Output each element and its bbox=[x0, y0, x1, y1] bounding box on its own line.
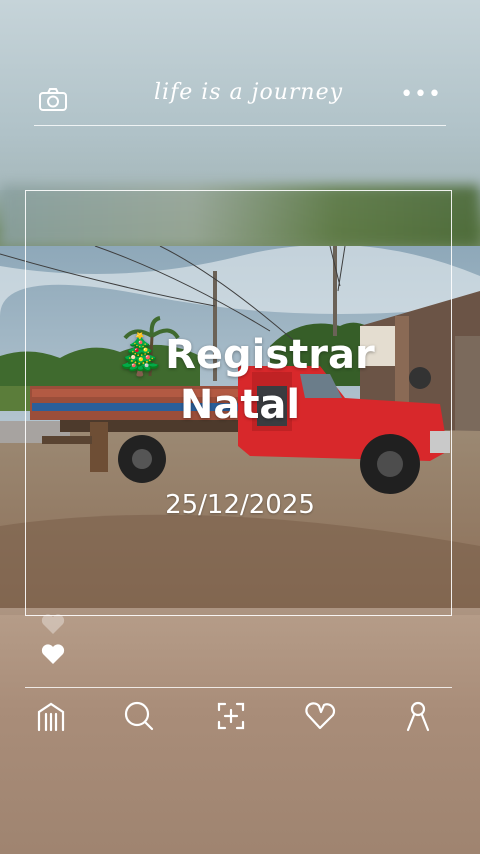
heart-ghost-icon bbox=[40, 612, 66, 636]
event-title-line2: Natal bbox=[179, 382, 301, 428]
more-dots-icon[interactable]: ••• bbox=[400, 84, 442, 106]
event-title: 🎄Registrar Natal bbox=[0, 330, 480, 430]
scan-add-icon[interactable] bbox=[213, 698, 249, 734]
camera-icon[interactable] bbox=[38, 88, 68, 112]
brand-title: life is a journey bbox=[154, 80, 344, 105]
tree-emoji-icon: 🎄 bbox=[115, 332, 166, 378]
heart-icon[interactable] bbox=[40, 642, 66, 666]
top-bar: life is a journey ••• bbox=[36, 78, 446, 126]
nav-divider bbox=[25, 687, 452, 688]
event-date: 25/12/2025 bbox=[165, 490, 315, 520]
profile-icon[interactable] bbox=[400, 698, 436, 734]
heart-outline-icon[interactable] bbox=[302, 698, 338, 734]
bottom-nav bbox=[0, 690, 480, 740]
header-divider bbox=[34, 125, 446, 126]
home-icon[interactable] bbox=[33, 698, 69, 734]
search-icon[interactable] bbox=[120, 698, 156, 734]
event-title-line1: Registrar bbox=[165, 332, 375, 378]
